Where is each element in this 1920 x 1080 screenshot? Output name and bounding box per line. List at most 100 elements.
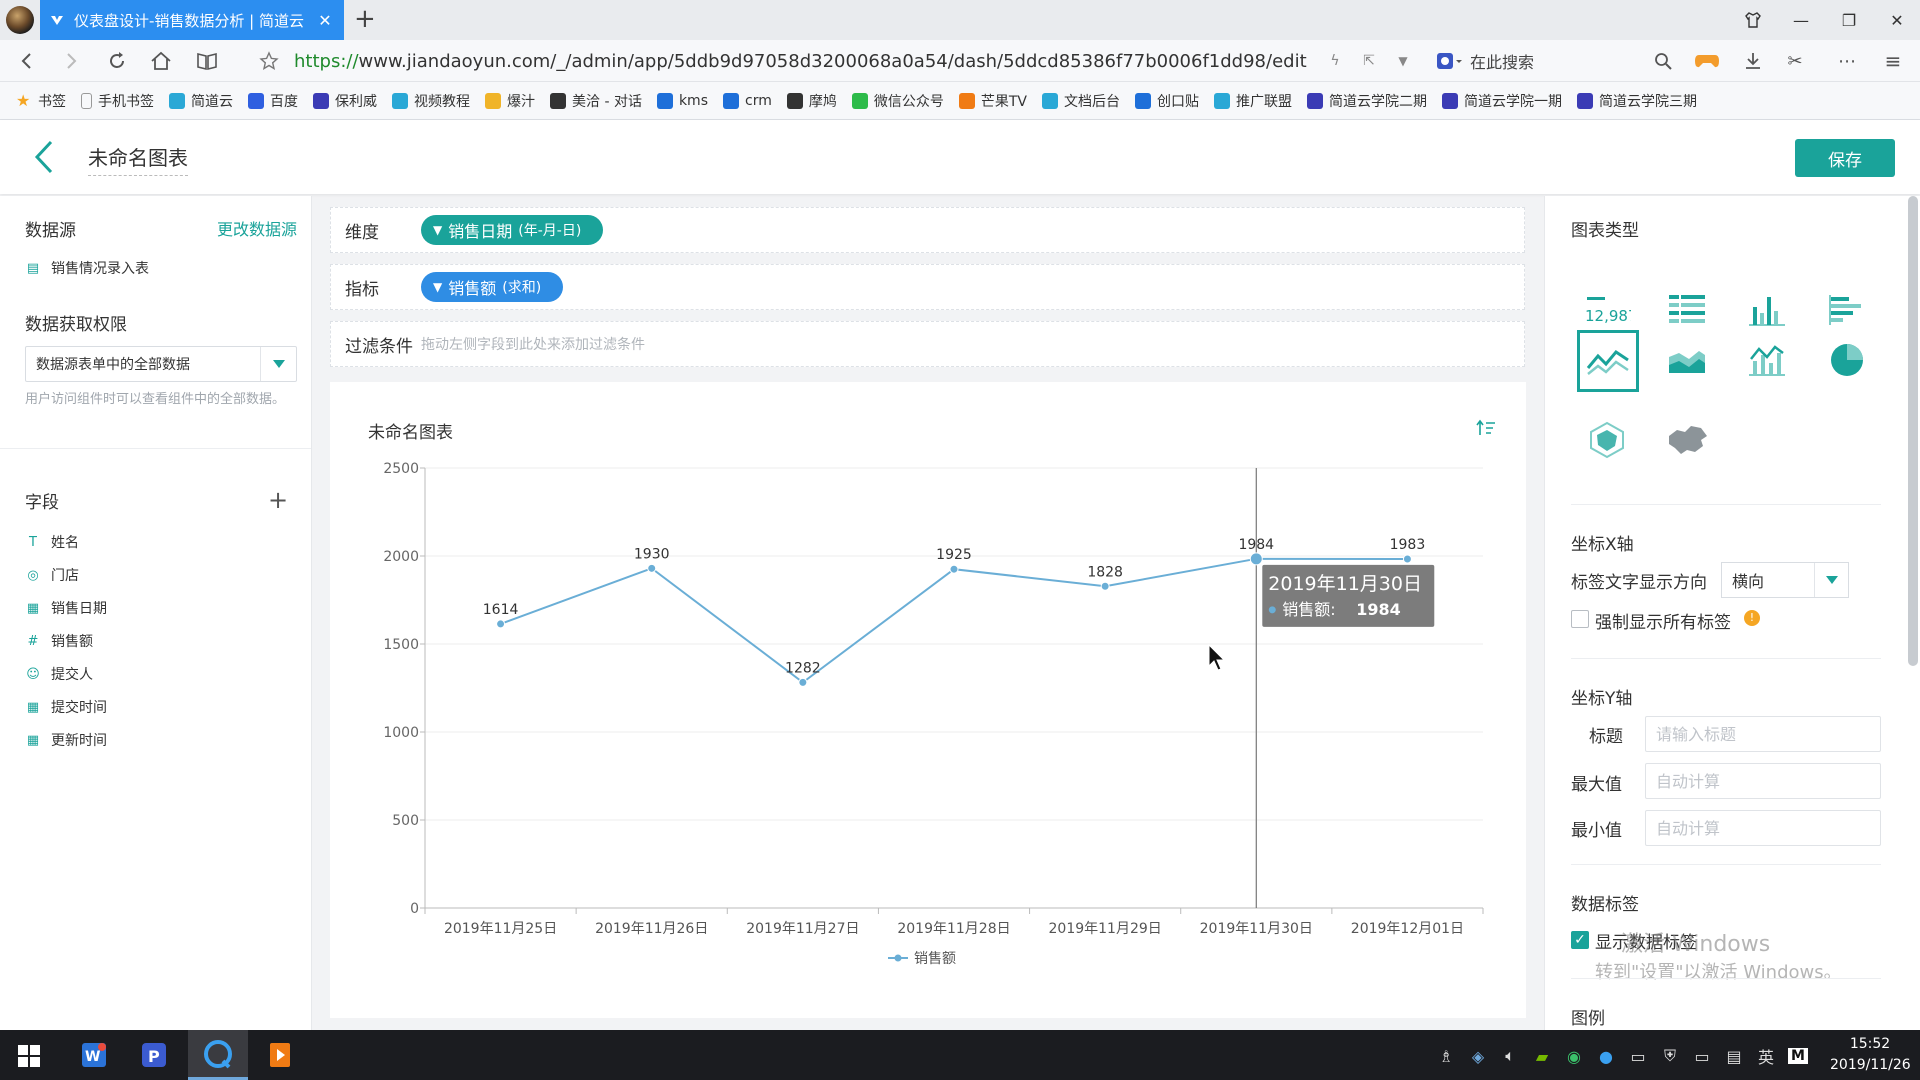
bookmark-item[interactable]: 摩鸠 <box>786 91 837 111</box>
add-field-icon[interactable]: + <box>268 486 288 514</box>
chart-type-pie[interactable] <box>1817 330 1877 390</box>
browser-menu-shirt-icon[interactable] <box>1730 0 1776 40</box>
bookmark-item[interactable]: 简道云 <box>169 91 233 111</box>
line-chart[interactable]: 0 500 1000 1500 2000 2500 2019年11月25日 2019年11月2… <box>330 382 1526 1018</box>
new-tab-icon[interactable]: + <box>354 5 376 33</box>
bookmark-item[interactable]: 芒果TV <box>958 91 1027 111</box>
bookmark-favicon-icon <box>248 92 264 109</box>
more-options-icon[interactable]: ⋯ <box>1834 48 1860 74</box>
dimension-row[interactable]: 维度 ▼ 销售日期 (年-月-日) <box>330 207 1525 253</box>
taskbar-clock[interactable]: 15:52 2019/11/26 <box>1830 1034 1911 1076</box>
filter-row[interactable]: 过滤条件 拖动左侧字段到此处来添加过滤条件 <box>330 321 1525 367</box>
metric-pill[interactable]: ▼ 销售额 (求和) <box>421 272 564 302</box>
reading-mode-icon[interactable] <box>194 48 220 74</box>
bookmark-item[interactable]: 微信公众号 <box>851 91 944 111</box>
reload-icon[interactable] <box>104 48 130 74</box>
field-item[interactable]: ☺ 提交人 <box>25 664 93 684</box>
chevron-down-icon[interactable]: ▼ <box>1390 48 1416 74</box>
field-item[interactable]: ◎ 门店 <box>25 565 79 585</box>
bookmark-item[interactable]: 推广联盟 <box>1214 91 1292 111</box>
search-icon[interactable] <box>1650 48 1676 74</box>
browser-tab-active[interactable]: 仪表盘设计-销售数据分析 | 简道云 ✕ <box>40 0 344 40</box>
bookmark-item[interactable]: 手机书签 <box>81 91 154 111</box>
dropdown-arrow-icon[interactable] <box>1814 563 1848 597</box>
save-button[interactable]: 保存 <box>1795 139 1895 177</box>
bookmark-item[interactable]: ★ 书签 <box>16 91 66 111</box>
field-item[interactable]: ▦ 提交时间 <box>25 697 107 717</box>
bookmark-item[interactable]: kms <box>656 92 708 109</box>
bookmark-item[interactable]: 爆汁 <box>485 91 535 111</box>
info-icon[interactable]: ! <box>1744 610 1760 626</box>
taskbar-app-media-icon[interactable] <box>250 1030 310 1080</box>
share-icon[interactable]: ⇱ <box>1356 48 1382 74</box>
bookmark-item[interactable]: 百度 <box>248 91 298 111</box>
show-data-labels-checkbox[interactable]: ✓ <box>1571 931 1589 949</box>
y-title-input[interactable] <box>1645 716 1881 752</box>
browser-search-box[interactable]: 在此搜索 <box>1436 47 1676 75</box>
dimension-pill[interactable]: ▼ 销售日期 (年-月-日) <box>421 215 604 245</box>
keyboard-icon[interactable]: ▤ <box>1724 1047 1744 1066</box>
field-item[interactable]: T 姓名 <box>25 532 79 552</box>
lightning-icon[interactable]: ϟ <box>1322 48 1348 74</box>
bookmark-star-icon[interactable] <box>256 48 282 74</box>
tab-close-icon[interactable]: ✕ <box>316 11 334 30</box>
chart-type-combo[interactable] <box>1737 330 1797 390</box>
change-datasource-link[interactable]: 更改数据源 <box>217 216 297 240</box>
field-item[interactable]: ▦ 销售日期 <box>25 598 107 618</box>
force-labels-checkbox[interactable] <box>1571 610 1589 628</box>
restore-icon[interactable]: ❐ <box>1826 0 1872 40</box>
battery-icon[interactable]: ▭ <box>1692 1047 1712 1066</box>
close-window-icon[interactable]: ✕ <box>1874 0 1920 40</box>
download-icon[interactable] <box>1740 48 1766 74</box>
field-item[interactable]: ▦ 更新时间 <box>25 730 107 750</box>
forward-icon[interactable] <box>58 48 84 74</box>
scissors-icon[interactable]: ✂ <box>1782 48 1808 74</box>
y-min-input[interactable] <box>1645 810 1881 846</box>
bookmark-item[interactable]: 文档后台 <box>1042 91 1120 111</box>
chart-type-area[interactable] <box>1657 330 1717 390</box>
taskbar-app-wps-icon[interactable]: W <box>64 1030 124 1080</box>
permission-select[interactable]: 数据源表单中的全部数据 <box>25 346 297 382</box>
address-bar[interactable]: https://www.jiandaoyun.com/_/admin/app/5… <box>294 47 1399 75</box>
dropdown-arrow-icon[interactable] <box>260 347 296 381</box>
ime-language-indicator[interactable]: 英 <box>1756 1044 1776 1068</box>
game-controller-icon[interactable] <box>1694 48 1720 74</box>
network-cube-icon[interactable]: ◈ <box>1468 1047 1488 1066</box>
metric-row[interactable]: 指标 ▼ 销售额 (求和) <box>330 264 1525 310</box>
display-icon[interactable]: ▭ <box>1628 1047 1648 1066</box>
chart-name-title[interactable]: 未命名图表 <box>88 142 188 176</box>
bookmark-item[interactable]: 保利威 <box>313 91 377 111</box>
chart-type-map[interactable] <box>1657 410 1717 470</box>
shield-icon[interactable]: ⛨ <box>1660 1046 1680 1066</box>
nvidia-icon[interactable]: ▰ <box>1532 1047 1552 1066</box>
bookmark-item[interactable]: 简道云学院二期 <box>1307 91 1427 111</box>
windows-start-icon[interactable] <box>18 1045 40 1067</box>
bookmark-item[interactable]: 创口贴 <box>1135 91 1199 111</box>
bookmark-item[interactable]: 简道云学院一期 <box>1442 91 1562 111</box>
sort-icon[interactable] <box>1470 412 1502 444</box>
home-icon[interactable] <box>148 48 174 74</box>
ime-mode-icon[interactable]: M <box>1788 1048 1808 1064</box>
datasource-item[interactable]: ▤ 销售情况录入表 <box>25 258 149 278</box>
bookmark-item[interactable]: 美洽 - 对话 <box>550 91 642 111</box>
y-max-input[interactable] <box>1645 763 1881 799</box>
browser-logo-icon[interactable] <box>6 6 34 34</box>
chart-type-line[interactable] <box>1577 330 1639 392</box>
bookmark-item[interactable]: 视频教程 <box>392 91 470 111</box>
minimize-icon[interactable]: — <box>1778 0 1824 40</box>
bookmark-item[interactable]: 简道云学院三期 <box>1577 91 1697 111</box>
volume-icon[interactable]: 🔈︎ <box>1500 1046 1520 1066</box>
label-direction-select[interactable]: 横向 <box>1721 562 1849 598</box>
hamburger-menu-icon[interactable]: ≡ <box>1880 48 1906 74</box>
security-icon[interactable]: ◉ <box>1564 1047 1584 1066</box>
field-item[interactable]: # 销售额 <box>25 631 93 651</box>
back-arrow-icon[interactable] <box>28 138 60 176</box>
people-icon[interactable]: ♗ <box>1436 1047 1456 1066</box>
browser-tray-icon[interactable]: ● <box>1596 1047 1616 1066</box>
taskbar-app-polyv-icon[interactable]: P <box>124 1030 184 1080</box>
bookmark-item[interactable]: crm <box>723 92 772 109</box>
chart-type-radar[interactable] <box>1577 410 1637 470</box>
panel-scrollbar[interactable] <box>1908 196 1918 666</box>
back-icon[interactable] <box>14 48 40 74</box>
taskbar-app-browser-icon[interactable] <box>188 1030 248 1080</box>
